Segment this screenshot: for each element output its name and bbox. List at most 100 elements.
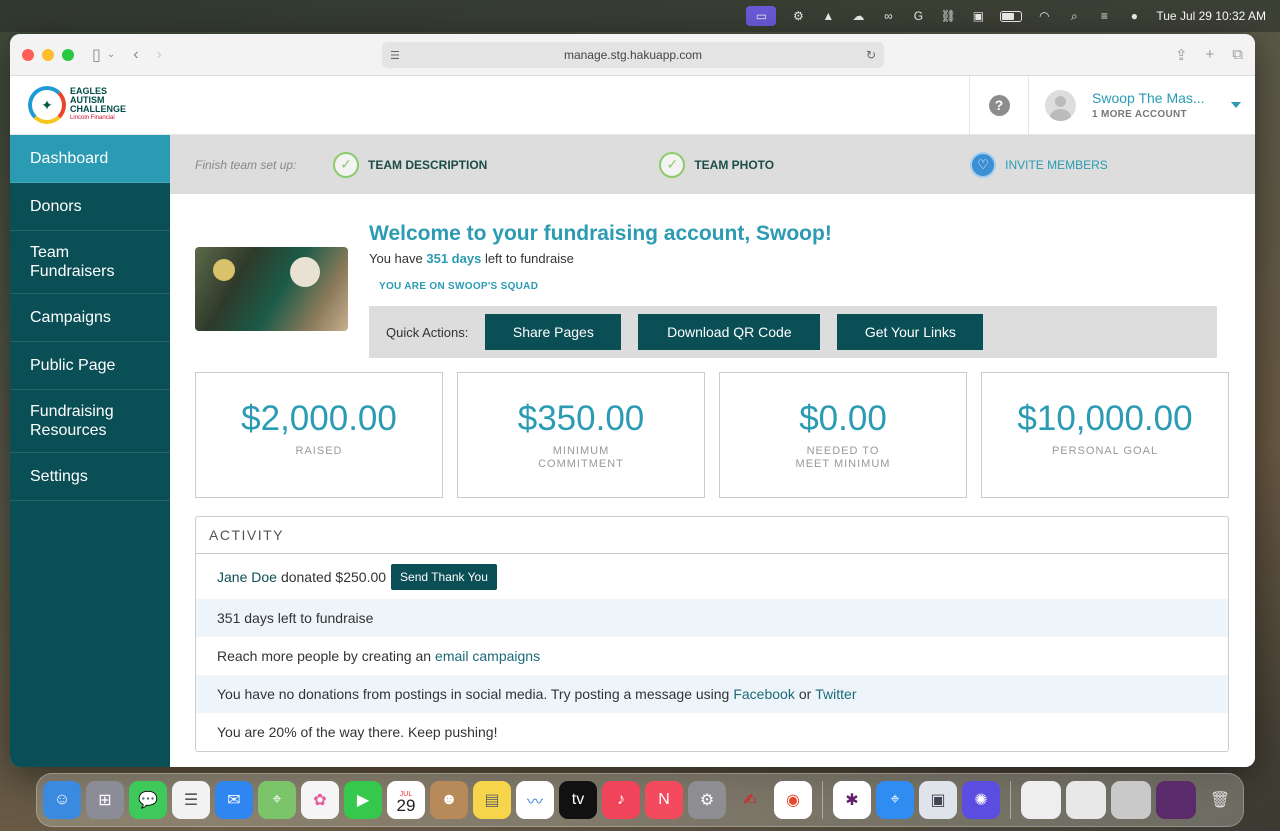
- download-qr-code-button[interactable]: Download QR Code: [638, 314, 821, 350]
- sidebar-item-settings[interactable]: Settings: [10, 453, 170, 501]
- recent-document-icon[interactable]: [1066, 781, 1106, 819]
- page-settings-icon[interactable]: ☰: [390, 49, 400, 62]
- stat-label: PERSONAL GOAL: [1051, 445, 1159, 457]
- messages-icon[interactable]: 💬: [129, 781, 167, 819]
- donation-text: donated $250.00: [280, 568, 387, 585]
- back-icon[interactable]: ‹: [133, 46, 138, 64]
- recent-document-icon[interactable]: [1156, 781, 1196, 819]
- system-settings-icon[interactable]: ⚙: [688, 781, 726, 819]
- send-thank-you-button[interactable]: Send Thank You: [391, 563, 497, 590]
- reload-icon[interactable]: ↻: [866, 48, 876, 62]
- sidebar-item-campaigns[interactable]: Campaigns: [10, 294, 170, 342]
- music-icon[interactable]: ♪: [602, 781, 640, 819]
- macos-dock: ☺ ⊞ 💬 ☰ ✉ ⌖ ✿ ▶ JUL 29 ☻ ▤ 〰 tv ♪ N ⚙ ✍ …: [36, 773, 1244, 827]
- avatar: [1045, 89, 1076, 121]
- sidebar-item-fundraising-resources[interactable]: Fundraising Resources: [10, 390, 170, 453]
- account-switcher[interactable]: Swoop The Mas... 1 MORE ACCOUNT: [1028, 76, 1255, 134]
- facetime-icon[interactable]: ▶: [344, 781, 382, 819]
- stat-card-personal-goal: $10,000.00 PERSONAL GOAL: [981, 372, 1229, 498]
- maps-icon[interactable]: ⌖: [258, 781, 296, 819]
- page-layout: Dashboard Donors Team Fundraisers Campai…: [10, 135, 1255, 767]
- account-name: Swoop The Mas...: [1092, 90, 1205, 106]
- stat-value: $0.00: [799, 399, 887, 438]
- battery-icon[interactable]: [1000, 10, 1023, 22]
- link-icon[interactable]: ∞: [880, 9, 896, 23]
- recent-document-icon[interactable]: [1021, 781, 1061, 819]
- preview-icon[interactable]: ▣: [919, 781, 957, 819]
- drive-icon[interactable]: ▲: [820, 9, 836, 23]
- grammarly-icon[interactable]: G: [910, 9, 926, 23]
- close-window-button[interactable]: [22, 48, 34, 61]
- display-icon[interactable]: ▣: [970, 9, 986, 23]
- trash-icon[interactable]: 🗑: [1201, 781, 1239, 819]
- finder-icon[interactable]: ☺: [43, 781, 81, 819]
- email-campaigns-link[interactable]: email campaigns: [435, 648, 540, 664]
- setup-step-invite-members[interactable]: ♡ INVITE MEMBERS: [970, 151, 1108, 178]
- donor-name-link[interactable]: Jane Doe: [217, 569, 277, 585]
- address-bar[interactable]: ☰ manage.stg.hakuapp.com ↻: [382, 42, 884, 68]
- activity-panel: ACTIVITY Jane Doe donated $250.00 Send T…: [195, 516, 1229, 752]
- sidebar-item-public-page[interactable]: Public Page: [10, 342, 170, 390]
- photos-icon[interactable]: ✿: [301, 781, 339, 819]
- sidebar-item-team-fundraisers[interactable]: Team Fundraisers: [10, 231, 170, 294]
- setup-step-team-description[interactable]: ✓ TEAM DESCRIPTION: [333, 151, 487, 178]
- notes-icon[interactable]: ▤: [473, 781, 511, 819]
- eagles-autism-challenge-logo[interactable]: ✦ EAGLES AUTISM CHALLENGE Lincoln Financ…: [28, 86, 178, 124]
- safari-icon[interactable]: ⌖: [876, 781, 914, 819]
- url-text: manage.stg.hakuapp.com: [563, 48, 703, 62]
- app-status-icon[interactable]: ⚙: [790, 9, 806, 23]
- sidebar-toggle-icon[interactable]: ▯: [92, 45, 101, 65]
- freeform-icon[interactable]: 〰: [516, 781, 554, 819]
- chain-icon[interactable]: ⛓: [940, 9, 956, 23]
- list-item: 351 days left to fundraise: [196, 599, 1228, 637]
- macos-menubar: ▭ ⚙ ▲ ☁ ∞ G ⛓ ▣ ◠ ⌕ ≡ ● Tue Jul 29 10:32…: [0, 0, 1280, 32]
- control-center-icon[interactable]: ≡: [1096, 9, 1112, 23]
- caret-down-icon[interactable]: [1231, 102, 1241, 108]
- apple-tv-icon[interactable]: tv: [559, 781, 597, 819]
- tab-overview-icon[interactable]: ⧉: [1232, 46, 1243, 64]
- script-app-icon[interactable]: ✍: [731, 781, 769, 819]
- twitter-link[interactable]: Twitter: [815, 686, 856, 702]
- siri-icon[interactable]: ●: [1126, 9, 1142, 23]
- forward-icon[interactable]: ›: [157, 46, 162, 64]
- wifi-icon[interactable]: ◠: [1036, 9, 1052, 23]
- app-icon[interactable]: ✺: [962, 781, 1000, 819]
- launchpad-icon[interactable]: ⊞: [86, 781, 124, 819]
- stats-row: $2,000.00 RAISED $350.00 MINIMUM COMMITM…: [195, 372, 1229, 498]
- screen-mirroring-icon[interactable]: ▭: [746, 6, 777, 26]
- help-button[interactable]: ?: [969, 76, 1028, 134]
- minimize-window-button[interactable]: [42, 48, 54, 61]
- stat-value: $350.00: [517, 399, 645, 438]
- slack-icon[interactable]: ✱: [833, 781, 871, 819]
- chevron-down-icon[interactable]: ⌄: [107, 49, 115, 60]
- reminders-icon[interactable]: ☰: [172, 781, 210, 819]
- main-content: Finish team set up: ✓ TEAM DESCRIPTION ✓…: [170, 135, 1255, 767]
- help-icon: ?: [988, 94, 1010, 116]
- calendar-icon[interactable]: JUL 29: [387, 781, 425, 819]
- browser-window: ▯ ⌄ ‹ › ☰ manage.stg.hakuapp.com ↻ ⇪ + ⧉…: [10, 34, 1255, 767]
- chrome-icon[interactable]: ◉: [774, 781, 812, 819]
- logo-text: EAGLES AUTISM CHALLENGE Lincoln Financia…: [70, 86, 126, 122]
- dock-separator: [822, 781, 823, 819]
- spotlight-search-icon[interactable]: ⌕: [1066, 9, 1082, 23]
- news-icon[interactable]: N: [645, 781, 683, 819]
- header-right: ? Swoop The Mas... 1 MORE ACCOUNT: [969, 76, 1255, 134]
- share-icon[interactable]: ⇪: [1175, 46, 1188, 64]
- setup-step-team-photo[interactable]: ✓ TEAM PHOTO: [659, 151, 774, 178]
- stat-value: $10,000.00: [1017, 399, 1193, 438]
- heart-icon: ♡: [970, 151, 997, 178]
- recent-document-icon[interactable]: [1111, 781, 1151, 819]
- get-your-links-button[interactable]: Get Your Links: [837, 314, 984, 350]
- mail-icon[interactable]: ✉: [215, 781, 253, 819]
- sidebar-item-donors[interactable]: Donors: [10, 183, 170, 231]
- zoom-window-button[interactable]: [62, 48, 74, 61]
- stat-label: RAISED: [295, 445, 343, 457]
- share-pages-button[interactable]: Share Pages: [485, 314, 622, 350]
- menubar-clock[interactable]: Tue Jul 29 10:32 AM: [1156, 9, 1266, 23]
- sidebar-item-dashboard[interactable]: Dashboard: [10, 135, 170, 183]
- facebook-link[interactable]: Facebook: [733, 686, 794, 702]
- account-text: Swoop The Mas... 1 MORE ACCOUNT: [1092, 90, 1205, 120]
- new-tab-icon[interactable]: +: [1206, 46, 1215, 64]
- cloud-icon[interactable]: ☁: [850, 9, 866, 23]
- contacts-icon[interactable]: ☻: [430, 781, 468, 819]
